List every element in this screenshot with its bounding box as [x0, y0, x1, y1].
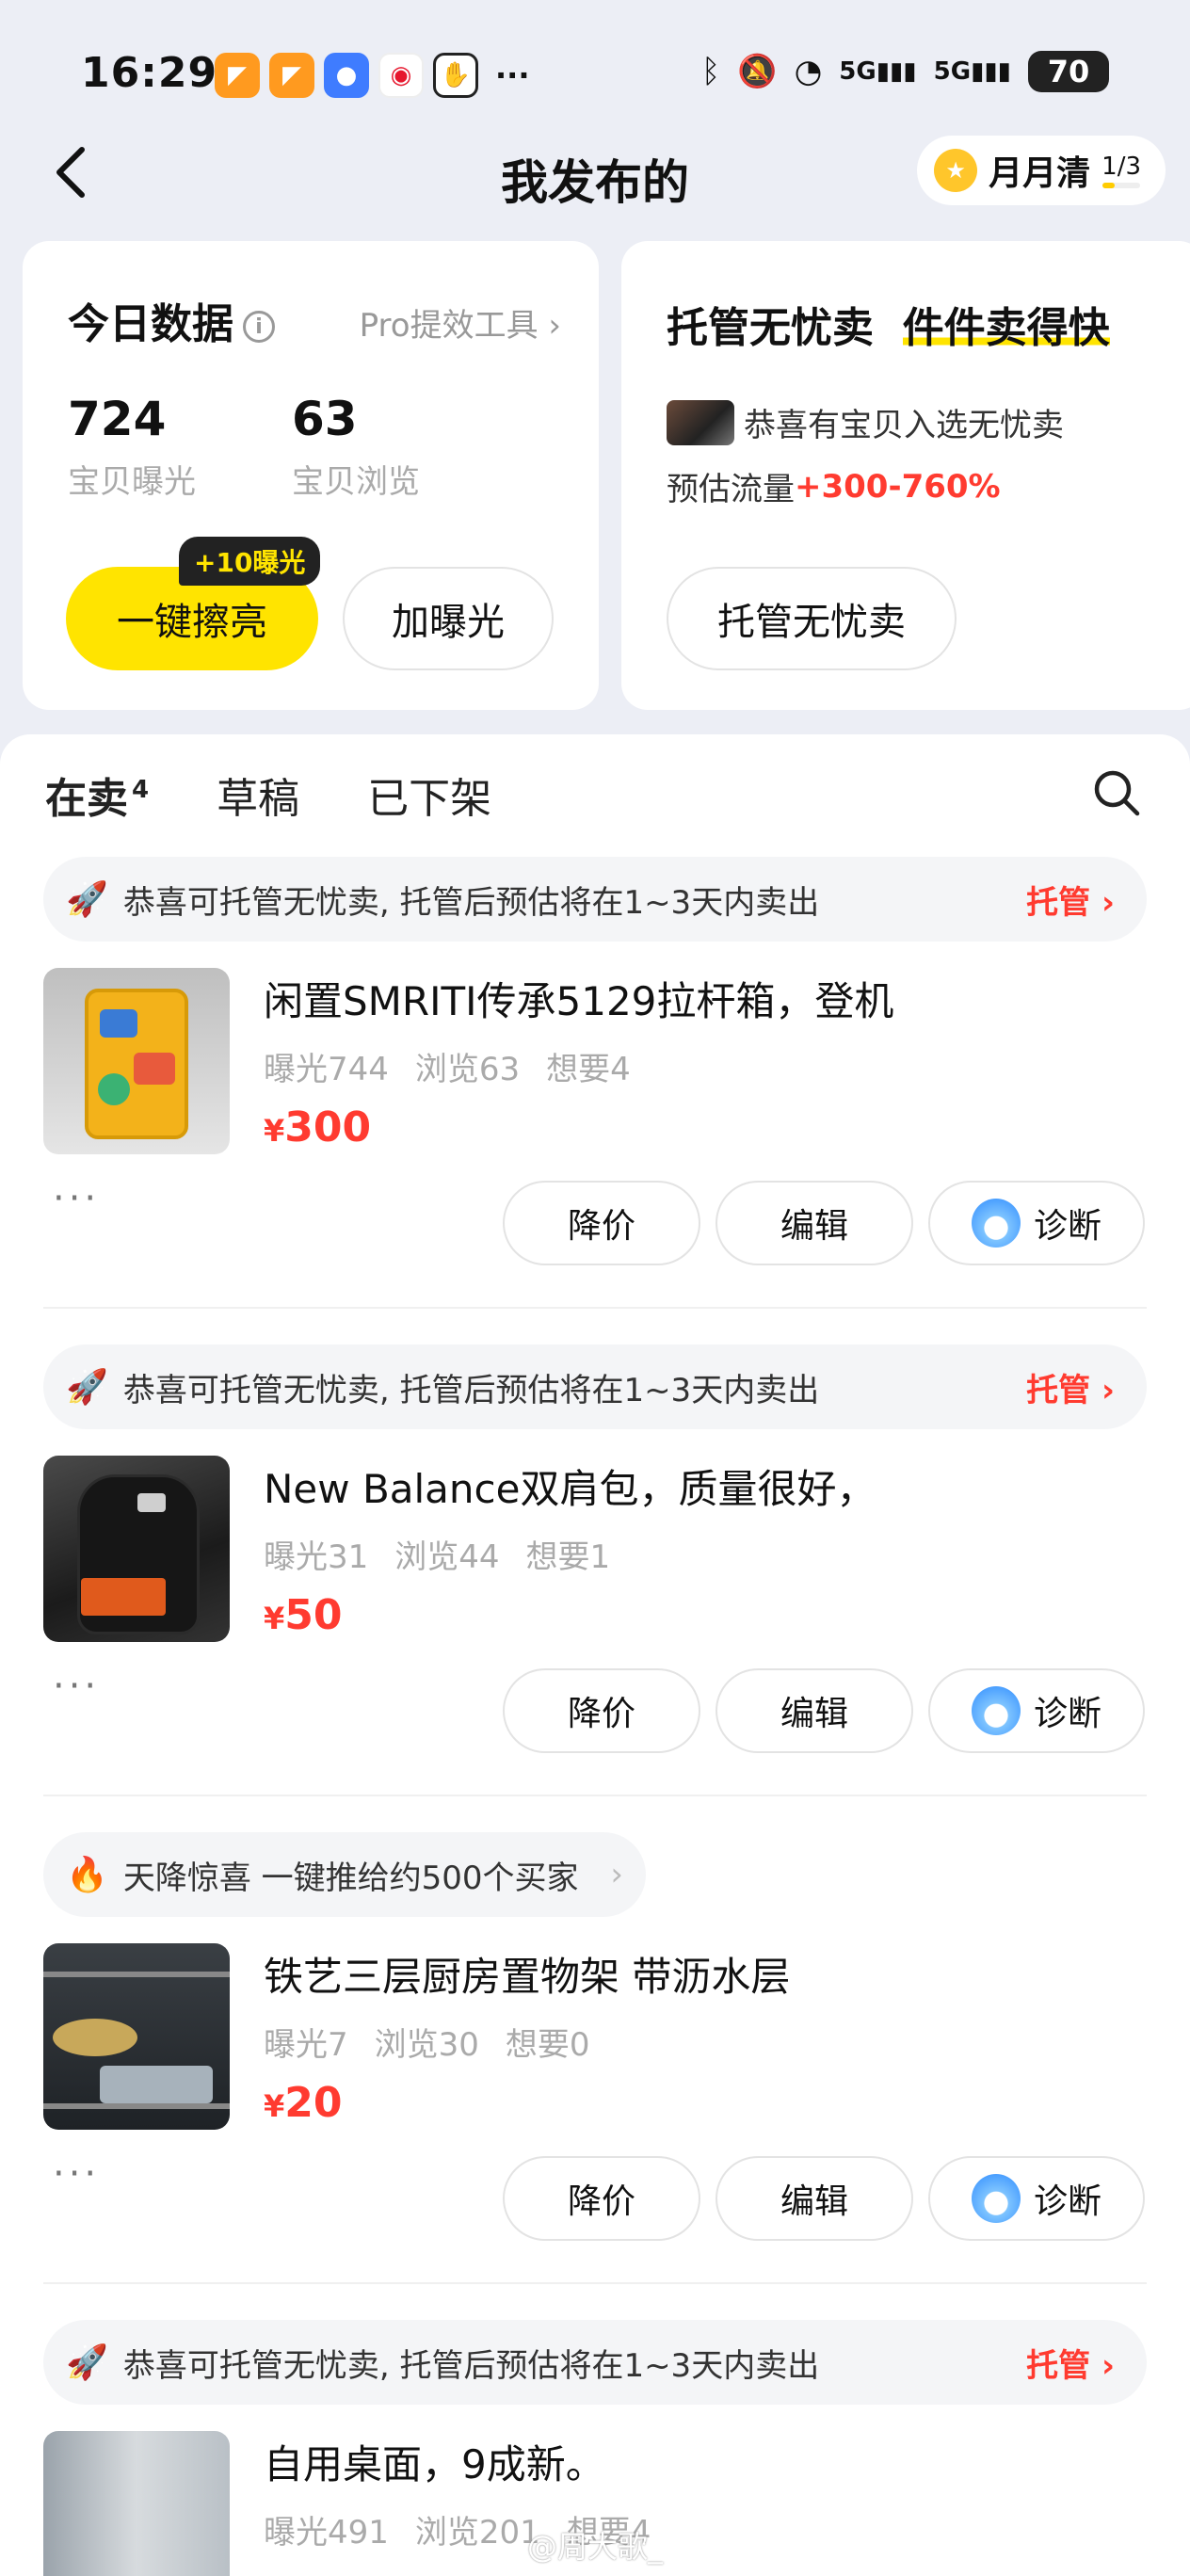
- tab-offline[interactable]: 已下架: [367, 765, 491, 825]
- progress-fill: [1102, 183, 1116, 188]
- more-notifications-icon: ···: [495, 57, 530, 93]
- app-notification-icon: ◤: [269, 53, 314, 98]
- product-image[interactable]: [43, 968, 230, 1154]
- reduce-price-button[interactable]: 降价: [503, 1668, 700, 1753]
- diagnose-icon: [971, 1686, 1021, 1735]
- item-thumbnail: [667, 399, 734, 445]
- status-time: 16:29: [81, 49, 218, 97]
- edit-button[interactable]: 编辑: [716, 1668, 913, 1753]
- product-title[interactable]: 铁艺三层厨房置物架 带沥水层: [264, 1945, 790, 2003]
- product-stats: 曝光7 浏览30 想要0: [264, 2026, 590, 2064]
- diagnose-button[interactable]: 诊断: [928, 2156, 1145, 2241]
- views-label: 宝贝浏览: [292, 463, 420, 501]
- managed-link[interactable]: 托管 ›: [1026, 1364, 1115, 1410]
- product-image[interactable]: [43, 2431, 230, 2576]
- browser-notification-icon: ●: [324, 53, 369, 98]
- search-icon[interactable]: [1092, 768, 1141, 817]
- battery-icon: 70: [1028, 51, 1109, 92]
- today-data-title: 今日数据 i: [68, 290, 275, 350]
- mute-icon: 🔕: [737, 53, 778, 90]
- managed-title: 托管无忧卖 件件卖得快: [667, 304, 1110, 352]
- signal-icon: 5G▮▮▮: [839, 57, 917, 86]
- chevron-right-icon: ›: [610, 1856, 623, 1893]
- diagnose-icon: [971, 1199, 1021, 1248]
- exposure-value: 724: [68, 392, 167, 446]
- listing-tabs: 在卖 4 草稿 已下架: [45, 765, 491, 825]
- diagnose-icon: [971, 2174, 1021, 2223]
- tab-selling[interactable]: 在卖 4: [45, 765, 149, 825]
- product-image[interactable]: [43, 1456, 230, 1642]
- weibo-notification-icon: ◉: [378, 53, 424, 98]
- managed-banner[interactable]: 🚀 恭喜可托管无忧卖, 托管后预估将在1~3天内卖出 托管 ›: [43, 1344, 1147, 1429]
- watermark: @周大歌_: [527, 2529, 664, 2565]
- fire-icon: 🔥: [66, 1856, 108, 1894]
- product-title[interactable]: New Balance双肩包，质量很好，: [264, 1457, 876, 1515]
- chevron-right-icon: ›: [548, 307, 561, 345]
- more-options-icon[interactable]: ···: [53, 1665, 100, 1708]
- polish-bonus-bubble: +10曝光: [179, 537, 321, 586]
- monthly-clear-progress: 1/3: [1102, 153, 1141, 188]
- coin-bag-icon: ★: [934, 149, 978, 192]
- reduce-price-button[interactable]: 降价: [503, 2156, 700, 2241]
- managed-link[interactable]: 托管 ›: [1026, 2340, 1115, 2386]
- product-stats: 曝光31 浏览44 想要1: [264, 1538, 611, 1576]
- product-title[interactable]: 自用桌面，9成新。: [264, 2433, 605, 2490]
- managed-link[interactable]: 托管 ›: [1026, 877, 1115, 923]
- product-stats: 曝光744 浏览63 想要4: [264, 1051, 631, 1088]
- diagnose-button[interactable]: 诊断: [928, 1668, 1145, 1753]
- rocket-icon: 🚀: [66, 1368, 108, 1407]
- views-stat: 63 宝贝浏览: [292, 392, 420, 502]
- managed-banner[interactable]: 🚀 恭喜可托管无忧卖, 托管后预估将在1~3天内卖出 托管 ›: [43, 857, 1147, 942]
- managed-selling-card: 托管无忧卖 件件卖得快 恭喜有宝贝入选无忧卖 预估流量 +300-760% 托管无…: [621, 241, 1190, 710]
- notification-icons: ◤ ◤ ● ◉ ✋ ···: [215, 53, 529, 98]
- product-price: ¥50: [264, 1591, 343, 1639]
- rocket-icon: 🚀: [66, 2343, 108, 2382]
- signal-icon: 5G▮▮▮: [933, 57, 1011, 86]
- divider: [43, 1307, 1147, 1309]
- product-image[interactable]: [43, 1943, 230, 2130]
- tab-drafts[interactable]: 草稿: [217, 765, 299, 825]
- boost-exposure-button[interactable]: 加曝光: [343, 567, 554, 670]
- system-icons: ᛒ 🔕 ◔ 5G▮▮▮ 5G▮▮▮ 70: [701, 51, 1109, 92]
- managed-banner[interactable]: 🚀 恭喜可托管无忧卖, 托管后预估将在1~3天内卖出 托管 ›: [43, 2320, 1147, 2405]
- hand-notification-icon: ✋: [433, 53, 478, 98]
- managed-selling-button[interactable]: 托管无忧卖: [667, 567, 957, 670]
- nav-bar: 我发布的 ★ 月月清 1/3: [0, 132, 1190, 217]
- pro-tools-link[interactable]: Pro提效工具 ›: [360, 299, 561, 346]
- product-title[interactable]: 闲置SMRITI传承5129拉杆箱，登机: [264, 970, 893, 1027]
- surprise-banner[interactable]: 🔥 天降惊喜 一键推给约500个买家 ›: [43, 1832, 646, 1917]
- more-options-icon[interactable]: ···: [53, 2152, 100, 2196]
- exposure-stat: 724 宝贝曝光: [68, 392, 196, 502]
- monthly-clear-progress-bar: [1102, 183, 1141, 188]
- edit-button[interactable]: 编辑: [716, 2156, 913, 2241]
- managed-line1: 恭喜有宝贝入选无忧卖: [667, 399, 1064, 445]
- bluetooth-icon: ᛒ: [700, 53, 721, 90]
- divider: [43, 1795, 1147, 1796]
- monthly-clear-badge[interactable]: ★ 月月清 1/3: [917, 136, 1166, 205]
- today-data-card: 今日数据 i Pro提效工具 › 724 宝贝曝光 63 宝贝浏览 一键擦亮 +1…: [23, 241, 599, 710]
- divider: [43, 2282, 1147, 2284]
- edit-button[interactable]: 编辑: [716, 1181, 913, 1265]
- app-notification-icon: ◤: [215, 53, 260, 98]
- wifi-icon: ◔: [794, 53, 823, 90]
- views-value: 63: [292, 392, 358, 446]
- status-bar: 16:29 ◤ ◤ ● ◉ ✋ ··· ᛒ 🔕 ◔ 5G▮▮▮ 5G▮▮▮ 70: [0, 0, 1190, 141]
- reduce-price-button[interactable]: 降价: [503, 1181, 700, 1265]
- listings-panel: 在卖 4 草稿 已下架 🚀 恭喜可托管无忧卖, 托管后预估将在1~3天内卖出 托管…: [0, 734, 1190, 2576]
- more-options-icon[interactable]: ···: [53, 1177, 100, 1220]
- info-icon[interactable]: i: [243, 311, 275, 343]
- monthly-clear-label: 月月清: [989, 154, 1091, 193]
- managed-line2: 预估流量 +300-760%: [667, 467, 1001, 509]
- product-price: ¥300: [264, 1103, 372, 1151]
- monthly-clear-progress-text: 1/3: [1102, 153, 1141, 181]
- exposure-label: 宝贝曝光: [68, 463, 196, 501]
- product-price: ¥20: [264, 2079, 343, 2127]
- rocket-icon: 🚀: [66, 880, 108, 919]
- diagnose-button[interactable]: 诊断: [928, 1181, 1145, 1265]
